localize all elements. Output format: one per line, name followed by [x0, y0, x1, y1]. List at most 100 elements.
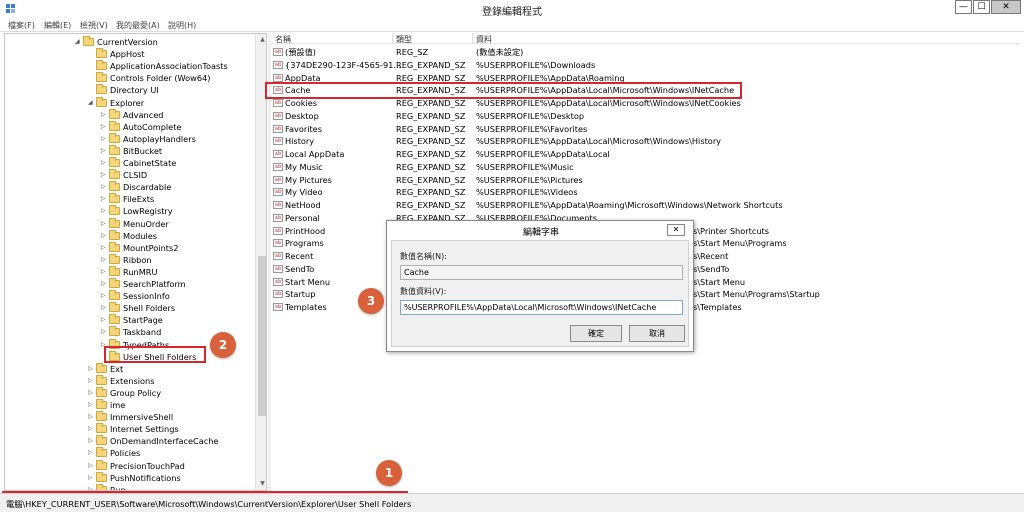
tree-item[interactable]: ▷ Discardable [101, 181, 266, 193]
value-row[interactable]: ab (預設值) REG_SZ (數值未設定) [271, 46, 1020, 58]
tree-item[interactable]: ▷ SearchPlatform [101, 278, 266, 290]
tree-scrollbar[interactable]: ▲ ▼ [255, 34, 266, 490]
expand-arrow-icon[interactable]: ▷ [101, 133, 109, 145]
expand-arrow-icon[interactable]: ▷ [101, 205, 109, 217]
expand-arrow-icon[interactable]: ▷ [88, 484, 96, 490]
value-row[interactable]: ab Local AppData REG_EXPAND_SZ %USERPROFILE… [271, 148, 1020, 160]
expand-arrow-icon[interactable]: ▷ [101, 242, 109, 254]
value-row[interactable]: ab NetHood REG_EXPAND_SZ %USERPROFILE%\AppD… [271, 199, 1020, 211]
value-row[interactable]: ab Favorites REG_EXPAND_SZ %USERPROFILE%\Fa… [271, 123, 1020, 135]
expand-arrow-icon[interactable]: ▷ [101, 254, 109, 266]
expand-arrow-icon[interactable]: ▷ [88, 387, 96, 399]
menu-favorites[interactable]: 我的最愛(A) [116, 20, 160, 31]
expand-arrow-icon[interactable]: ▷ [101, 326, 109, 338]
tree-item[interactable]: ▷ Extensions [88, 374, 266, 387]
column-header-type[interactable]: 類型 [396, 34, 412, 45]
value-row[interactable]: ab My Music REG_EXPAND_SZ %USERPROFILE%\Mus… [271, 161, 1020, 173]
expand-arrow-icon[interactable]: ▷ [101, 193, 109, 205]
tree-item[interactable]: ▷ SessionInfo [101, 290, 266, 302]
scroll-up-icon[interactable]: ▲ [256, 34, 266, 46]
tree-item[interactable]: ▷ CabinetState [101, 157, 266, 169]
expand-arrow-icon[interactable]: ▷ [101, 290, 109, 302]
tree-item[interactable]: ▷ Advanced [101, 108, 266, 121]
maximize-button[interactable]: ☐ [973, 0, 990, 14]
tree-item[interactable]: Directory UI [88, 84, 266, 96]
tree-item[interactable]: ▷ Group Policy [88, 386, 266, 399]
tree-item[interactable]: ▷ MenuOrder [101, 217, 266, 230]
tree-item[interactable]: ▷ StartPage [101, 314, 266, 326]
expand-arrow-icon[interactable]: ▷ [88, 363, 96, 375]
expand-arrow-icon[interactable]: ▷ [101, 169, 109, 181]
expand-arrow-icon[interactable]: ▷ [101, 181, 109, 193]
tree-item[interactable]: ◢ CurrentVersion [75, 36, 266, 48]
tree-item[interactable]: ▷ AutoComplete [101, 120, 266, 133]
dialog-close-icon[interactable]: ✕ [667, 224, 685, 236]
tree-item[interactable]: ▷ Internet Settings [88, 423, 266, 435]
value-data-input[interactable]: %USERPROFILE%\AppData\Local\Microsoft\Wi… [400, 300, 683, 315]
tree-item[interactable]: ▷ FileExts [101, 193, 266, 205]
tree-item[interactable]: ▷ AutoplayHandlers [101, 132, 266, 145]
tree-item[interactable]: ▷ Modules [101, 229, 266, 242]
tree-item[interactable]: ▷ OnDemandInterfaceCache [88, 435, 266, 447]
column-header-data[interactable]: 資料 [476, 34, 492, 45]
tree-item[interactable]: ▷ MountPoints2 [101, 241, 266, 254]
value-row[interactable]: ab {374DE290-123F-4565-91... REG_EXPAND_SZ… [271, 59, 1020, 71]
registry-tree[interactable]: ◢ CurrentVersion AppHost ApplicationAssocia… [4, 33, 267, 491]
expand-arrow-icon[interactable]: ▷ [88, 472, 96, 484]
expand-arrow-icon[interactable]: ▷ [88, 435, 96, 447]
tree-item[interactable]: AppHost [88, 48, 266, 60]
tree-item[interactable]: ▷ Shell Folders [101, 302, 266, 314]
menu-view[interactable]: 檢視(V) [80, 20, 108, 31]
expand-arrow-icon[interactable]: ▷ [88, 411, 96, 423]
column-header-name[interactable]: 名稱 [275, 34, 291, 45]
expand-arrow-icon[interactable]: ▷ [101, 314, 109, 326]
menu-file[interactable]: 檔案(F) [8, 20, 35, 31]
tree-item[interactable]: ◢ Explorer [88, 96, 266, 109]
expand-arrow-icon[interactable]: ▷ [88, 423, 96, 435]
tree-item[interactable]: ▷ RunMRU [101, 265, 266, 278]
tree-item[interactable]: ▷ ImmersiveShell [88, 411, 266, 423]
menu-edit[interactable]: 編輯(E) [44, 20, 71, 31]
tree-item[interactable]: ▷ Ext [88, 362, 266, 375]
tree-item[interactable]: Controls Folder (Wow64) [88, 72, 266, 84]
expand-arrow-icon[interactable]: ▷ [101, 302, 109, 314]
tree-item[interactable]: ▷ PrecisionTouchPad [88, 459, 266, 472]
expand-arrow-icon[interactable]: ▷ [88, 460, 96, 472]
value-row[interactable]: ab History REG_EXPAND_SZ %USERPROFILE%\AppD… [271, 135, 1020, 147]
expand-arrow-icon[interactable]: ▷ [101, 266, 109, 278]
expand-arrow-icon[interactable]: ▷ [101, 218, 109, 230]
tree-item[interactable]: ▷ PushNotifications [88, 471, 266, 484]
close-button[interactable]: ✕ [991, 0, 1021, 14]
expand-arrow-icon[interactable]: ▷ [88, 375, 96, 387]
expand-arrow-icon[interactable]: ▷ [101, 121, 109, 133]
expand-arrow-icon[interactable]: ▷ [101, 278, 109, 290]
column-divider[interactable] [392, 33, 393, 44]
value-row[interactable]: ab My Pictures REG_EXPAND_SZ %USERPROFILE%\… [271, 174, 1020, 186]
cancel-button[interactable]: 取消 [629, 325, 685, 342]
tree-item[interactable]: ▷ CLSID [101, 169, 266, 181]
scroll-thumb[interactable] [258, 256, 266, 416]
tree-item[interactable]: ▷ ime [88, 399, 266, 411]
column-divider[interactable] [472, 33, 473, 44]
scroll-down-icon[interactable]: ▼ [256, 478, 266, 490]
value-row[interactable]: ab My Video REG_EXPAND_SZ %USERPROFILE%\Vid… [271, 186, 1020, 198]
tree-item[interactable]: ▷ Taskband [101, 326, 266, 338]
value-row[interactable]: ab Desktop REG_EXPAND_SZ %USERPROFILE%\Desk… [271, 110, 1020, 122]
minimize-button[interactable]: — [955, 0, 972, 14]
tree-item[interactable]: ▷ Ribbon [101, 253, 266, 266]
tree-item[interactable]: ▷ Policies [88, 447, 266, 459]
expand-arrow-icon[interactable]: ▷ [101, 157, 109, 169]
expand-arrow-icon[interactable]: ▷ [88, 447, 96, 459]
ok-button[interactable]: 確定 [570, 325, 622, 342]
expand-arrow-icon[interactable]: ▷ [101, 109, 109, 121]
expand-arrow-icon[interactable]: ▷ [101, 230, 109, 242]
tree-item[interactable]: ▷ Run [88, 483, 266, 490]
collapse-arrow-icon[interactable]: ◢ [88, 97, 96, 109]
tree-item[interactable]: ApplicationAssociationToasts [88, 60, 266, 72]
tree-item[interactable]: ▷ BitBucket [101, 144, 266, 157]
menu-help[interactable]: 說明(H) [168, 20, 196, 31]
collapse-arrow-icon[interactable]: ◢ [75, 36, 83, 48]
expand-arrow-icon[interactable]: ▷ [88, 399, 96, 411]
expand-arrow-icon[interactable]: ▷ [101, 145, 109, 157]
tree-item[interactable]: ▷ LowRegistry [101, 205, 266, 217]
